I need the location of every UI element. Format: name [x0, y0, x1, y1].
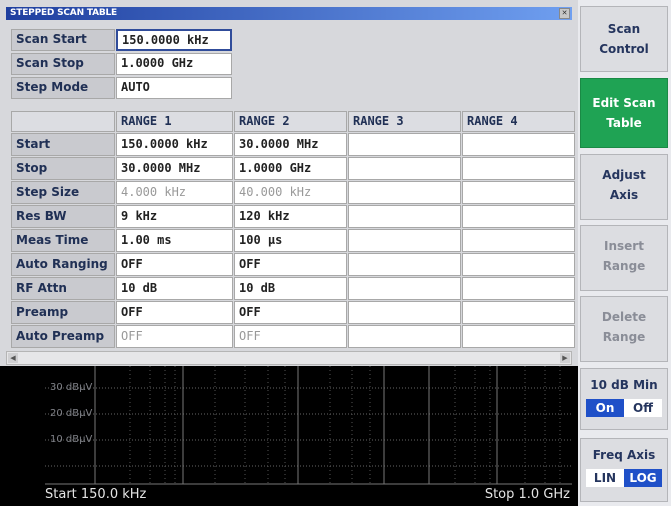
step-mode-field[interactable]: AUTO	[116, 77, 232, 99]
freq-axis-softkey[interactable]: Freq Axis LIN LOG	[580, 438, 668, 502]
table-cell-preamp-range1[interactable]: OFF	[116, 301, 233, 324]
table-cell-step-size-range4[interactable]	[462, 181, 575, 204]
table-cell-stop-range3[interactable]	[348, 157, 461, 180]
spectrum-plot: 30 dBµV 20 dBµV 10 dBµV Start 150.0 kHz …	[0, 366, 578, 506]
table-cell-preamp-range4[interactable]	[462, 301, 575, 324]
table-cell-rf-attn-range2[interactable]: 10 dB	[234, 277, 347, 300]
table-cell-start-range3[interactable]	[348, 133, 461, 156]
table-cell-auto-ranging-range2[interactable]: OFF	[234, 253, 347, 276]
table-cell-res-bw-range3[interactable]	[348, 205, 461, 228]
table-cell-rf-attn-range4[interactable]	[462, 277, 575, 300]
table-cell-stop-range1[interactable]: 30.0000 MHz	[116, 157, 233, 180]
scan-start-label: Scan Start	[11, 29, 115, 51]
row-label-res-bw: Res BW	[11, 205, 115, 228]
toggle-lin-option[interactable]: LIN	[586, 469, 624, 487]
table-cell-stop-range4[interactable]	[462, 157, 575, 180]
table-cell-rf-attn-range1[interactable]: 10 dB	[116, 277, 233, 300]
step-mode-label: Step Mode	[11, 77, 115, 99]
table-cell-auto-preamp-range1[interactable]: OFF	[116, 325, 233, 348]
scroll-left-icon[interactable]: ◀	[8, 353, 18, 363]
table-cell-res-bw-range2[interactable]: 120 kHz	[234, 205, 347, 228]
softkey-label: Freq Axis	[592, 448, 656, 462]
table-cell-preamp-range3[interactable]	[348, 301, 461, 324]
softkey-label: Axis	[609, 188, 639, 202]
softkey-label: 10 dB Min	[590, 378, 658, 392]
toggle-log-option[interactable]: LOG	[624, 469, 662, 487]
table-cell-auto-preamp-range2[interactable]: OFF	[234, 325, 347, 348]
range-header: RANGE 3	[348, 111, 461, 132]
scroll-right-icon[interactable]: ▶	[560, 353, 570, 363]
table-cell-res-bw-range4[interactable]	[462, 205, 575, 228]
softkey-label: Edit Scan	[592, 96, 656, 110]
toggle-on-option[interactable]: On	[586, 399, 624, 417]
horizontal-scrollbar[interactable]: ◀ ▶	[6, 351, 572, 365]
table-cell-auto-preamp-range3[interactable]	[348, 325, 461, 348]
softkey-label: Delete	[601, 310, 647, 324]
table-cell-meas-time-range3[interactable]	[348, 229, 461, 252]
table-cell-rf-attn-range3[interactable]	[348, 277, 461, 300]
10db-min-toggle[interactable]: On Off	[586, 399, 662, 417]
row-label-auto-preamp: Auto Preamp	[11, 325, 115, 348]
table-cell-start-range1[interactable]: 150.0000 kHz	[116, 133, 233, 156]
table-cell-auto-ranging-range1[interactable]: OFF	[116, 253, 233, 276]
softkey-label: Range	[602, 259, 646, 273]
table-cell-start-range4[interactable]	[462, 133, 575, 156]
table-corner	[11, 111, 115, 132]
table-cell-preamp-range2[interactable]: OFF	[234, 301, 347, 324]
table-cell-meas-time-range4[interactable]	[462, 229, 575, 252]
window-title-bar: STEPPED SCAN TABLE ✕	[6, 7, 572, 20]
row-label-preamp: Preamp	[11, 301, 115, 324]
window-title: STEPPED SCAN TABLE	[10, 8, 117, 18]
table-cell-start-range2[interactable]: 30.0000 MHz	[234, 133, 347, 156]
toggle-off-option[interactable]: Off	[624, 399, 662, 417]
table-cell-step-size-range1[interactable]: 4.000 kHz	[116, 181, 233, 204]
row-label-step-size: Step Size	[11, 181, 115, 204]
table-cell-res-bw-range1[interactable]: 9 kHz	[116, 205, 233, 228]
softkey-label: Insert	[604, 239, 644, 253]
softkey-label: Scan	[607, 22, 641, 36]
row-label-auto-ranging: Auto Ranging	[11, 253, 115, 276]
softkey-label: Table	[606, 116, 642, 130]
y-axis-label: 10 dBµV	[50, 434, 93, 445]
freq-axis-toggle[interactable]: LIN LOG	[586, 469, 662, 487]
scan-stop-field[interactable]: 1.0000 GHz	[116, 53, 232, 75]
start-frequency-label: Start 150.0 kHz	[45, 487, 147, 502]
scan-stop-label: Scan Stop	[11, 53, 115, 75]
row-label-rf-attn: RF Attn	[11, 277, 115, 300]
insert-range-softkey[interactable]: Insert Range	[580, 225, 668, 291]
y-axis-label: 20 dBµV	[50, 408, 93, 419]
table-cell-meas-time-range1[interactable]: 1.00 ms	[116, 229, 233, 252]
delete-range-softkey[interactable]: Delete Range	[580, 296, 668, 362]
range-header: RANGE 1	[116, 111, 233, 132]
table-cell-step-size-range2[interactable]: 40.000 kHz	[234, 181, 347, 204]
table-cell-stop-range2[interactable]: 1.0000 GHz	[234, 157, 347, 180]
row-label-start: Start	[11, 133, 115, 156]
range-header: RANGE 4	[462, 111, 575, 132]
table-cell-step-size-range3[interactable]	[348, 181, 461, 204]
softkey-label: Control	[599, 42, 649, 56]
softkey-label: Range	[602, 330, 646, 344]
close-icon[interactable]: ✕	[559, 8, 570, 19]
table-cell-auto-preamp-range4[interactable]	[462, 325, 575, 348]
softkey-label: Adjust	[602, 168, 646, 182]
table-cell-meas-time-range2[interactable]: 100 µs	[234, 229, 347, 252]
range-header: RANGE 2	[234, 111, 347, 132]
stop-frequency-label: Stop 1.0 GHz	[484, 487, 570, 502]
y-axis-label: 30 dBµV	[50, 382, 93, 393]
row-label-stop: Stop	[11, 157, 115, 180]
10db-min-softkey[interactable]: 10 dB Min On Off	[580, 368, 668, 430]
table-cell-auto-ranging-range3[interactable]	[348, 253, 461, 276]
scan-control-softkey[interactable]: Scan Control	[580, 6, 668, 72]
adjust-axis-softkey[interactable]: Adjust Axis	[580, 154, 668, 220]
scan-start-field[interactable]: 150.0000 kHz	[116, 29, 232, 51]
row-label-meas-time: Meas Time	[11, 229, 115, 252]
edit-scan-table-softkey[interactable]: Edit Scan Table	[580, 78, 668, 148]
table-cell-auto-ranging-range4[interactable]	[462, 253, 575, 276]
